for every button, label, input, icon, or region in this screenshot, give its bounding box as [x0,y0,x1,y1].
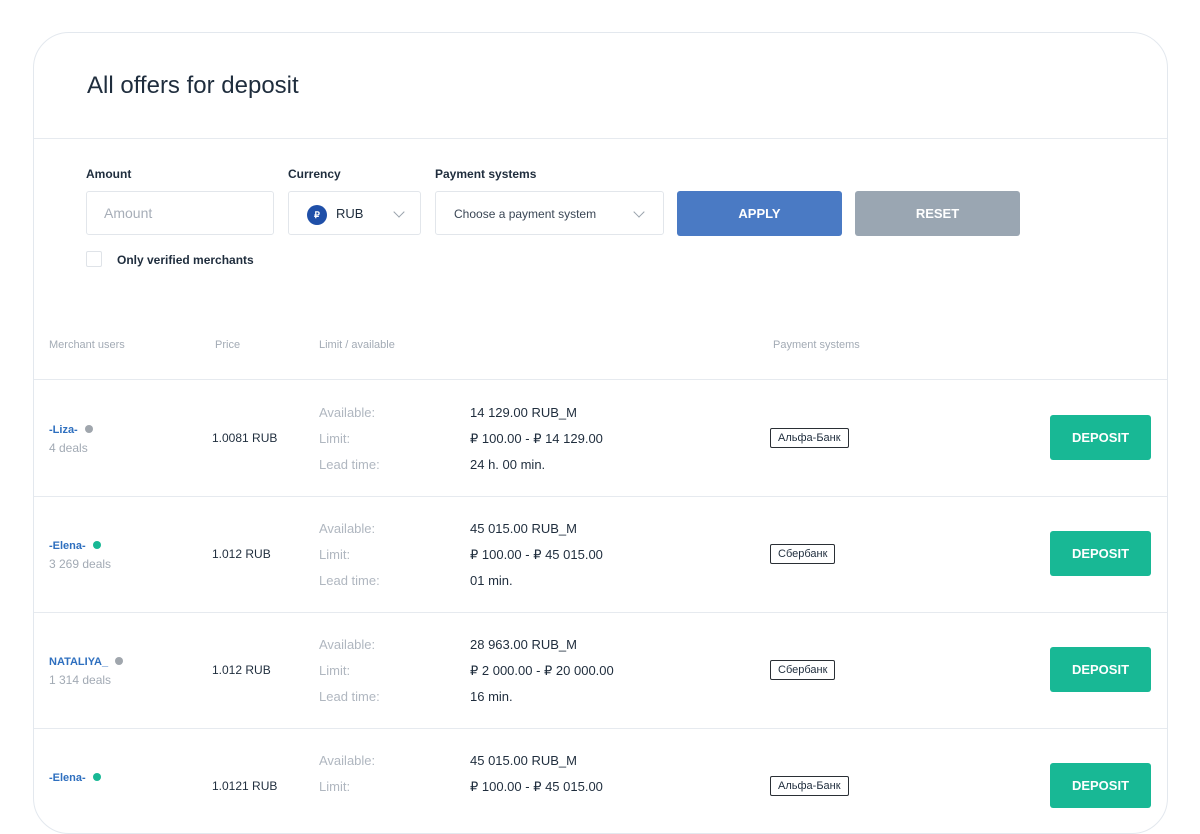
merchant-deals: 4 deals [49,441,88,455]
limit-label: Limit: [319,663,351,678]
deposit-button[interactable]: DEPOSIT [1050,531,1151,576]
lead-time-value: 24 h. 00 min. [470,457,546,472]
page-title: All offers for deposit [87,72,299,99]
table-row: -Elena- 1.0121 RUB Available: Limit: 45 … [34,728,1167,833]
available-label: Available: [319,405,376,420]
lead-time-label: Lead time: [319,457,380,472]
verified-merchants-checkbox[interactable] [86,251,102,267]
available-value: 45 015.00 RUB_M [470,753,577,768]
ruble-icon: ₽ [307,205,327,225]
lead-time-label: Lead time: [319,689,380,704]
limit-value: ₽ 2 000.00 - ₽ 20 000.00 [470,663,614,678]
available-value: 45 015.00 RUB_M [470,521,577,536]
payment-system-badge: Сбербанк [770,544,836,564]
limit-value: ₽ 100.00 - ₽ 45 015.00 [470,547,603,562]
available-value: 14 129.00 RUB_M [470,405,577,420]
payment-system-value: Choose a payment system [454,207,597,221]
available-label: Available: [319,753,376,768]
price: 1.0121 RUB [212,779,278,793]
merchant-name-text: -Elena- [49,540,86,552]
merchant-name[interactable]: NATALIYA_ [49,656,124,668]
status-dot-icon [115,657,124,665]
lead-time-value: 01 min. [470,573,513,588]
payment-system-badge: Альфа-Банк [770,428,849,448]
limit-value: ₽ 100.00 - ₽ 14 129.00 [470,431,603,446]
apply-button[interactable]: APPLY [677,191,842,236]
amount-input[interactable] [87,192,273,234]
merchant-deals: 3 269 deals [49,557,112,571]
reset-button[interactable]: RESET [855,191,1020,236]
table-row: -Liza- 4 deals 1.0081 RUB Available: Lim… [34,380,1167,497]
price: 1.012 RUB [212,547,271,561]
payment-system-badge: Альфа-Банк [770,776,849,796]
header-price: Price [215,339,241,351]
merchant-name-text: -Elena- [49,772,86,784]
merchant-name[interactable]: -Elena- [49,540,101,552]
header-merchant-users: Merchant users [49,339,125,351]
price: 1.0081 RUB [212,431,278,445]
deposit-button[interactable]: DEPOSIT [1050,763,1151,808]
table-row: -Elena- 3 269 deals 1.012 RUB Available:… [34,496,1167,613]
payment-systems-label: Payment systems [435,167,537,181]
limit-value: ₽ 100.00 - ₽ 45 015.00 [470,779,603,794]
currency-value: RUB [336,206,364,221]
merchant-name-text: -Liza- [49,424,78,436]
price: 1.012 RUB [212,663,271,677]
header-limit-available: Limit / available [319,339,395,351]
merchant-deals: 1 314 deals [49,673,112,687]
amount-label: Amount [86,167,132,181]
header-payment-systems: Payment systems [773,339,860,351]
limit-label: Limit: [319,431,351,446]
merchant-name-text: NATALIYA_ [49,656,109,668]
available-label: Available: [319,521,376,536]
limit-label: Limit: [319,779,351,794]
currency-select[interactable]: ₽ RUB [288,191,421,235]
merchant-name[interactable]: -Elena- [49,772,101,784]
available-value: 28 963.00 RUB_M [470,637,577,652]
deposit-button[interactable]: DEPOSIT [1050,415,1151,460]
table-row: NATALIYA_ 1 314 deals 1.012 RUB Availabl… [34,612,1167,729]
available-label: Available: [319,637,376,652]
offers-card: All offers for deposit Amount Currency ₽… [33,32,1168,834]
chevron-down-icon [633,206,645,218]
status-dot-icon [92,541,101,549]
lead-time-label: Lead time: [319,573,380,588]
amount-field [86,191,274,235]
title-divider [34,138,1167,139]
merchant-name[interactable]: -Liza- [49,424,93,436]
chevron-down-icon [393,206,405,218]
status-dot-icon [92,773,101,781]
limit-label: Limit: [319,547,351,562]
status-dot-icon [84,425,93,433]
lead-time-value: 16 min. [470,689,513,704]
payment-system-badge: Сбербанк [770,660,836,680]
currency-label: Currency [288,167,341,181]
payment-system-select[interactable]: Choose a payment system [435,191,664,235]
verified-merchants-label: Only verified merchants [117,253,254,267]
deposit-button[interactable]: DEPOSIT [1050,647,1151,692]
